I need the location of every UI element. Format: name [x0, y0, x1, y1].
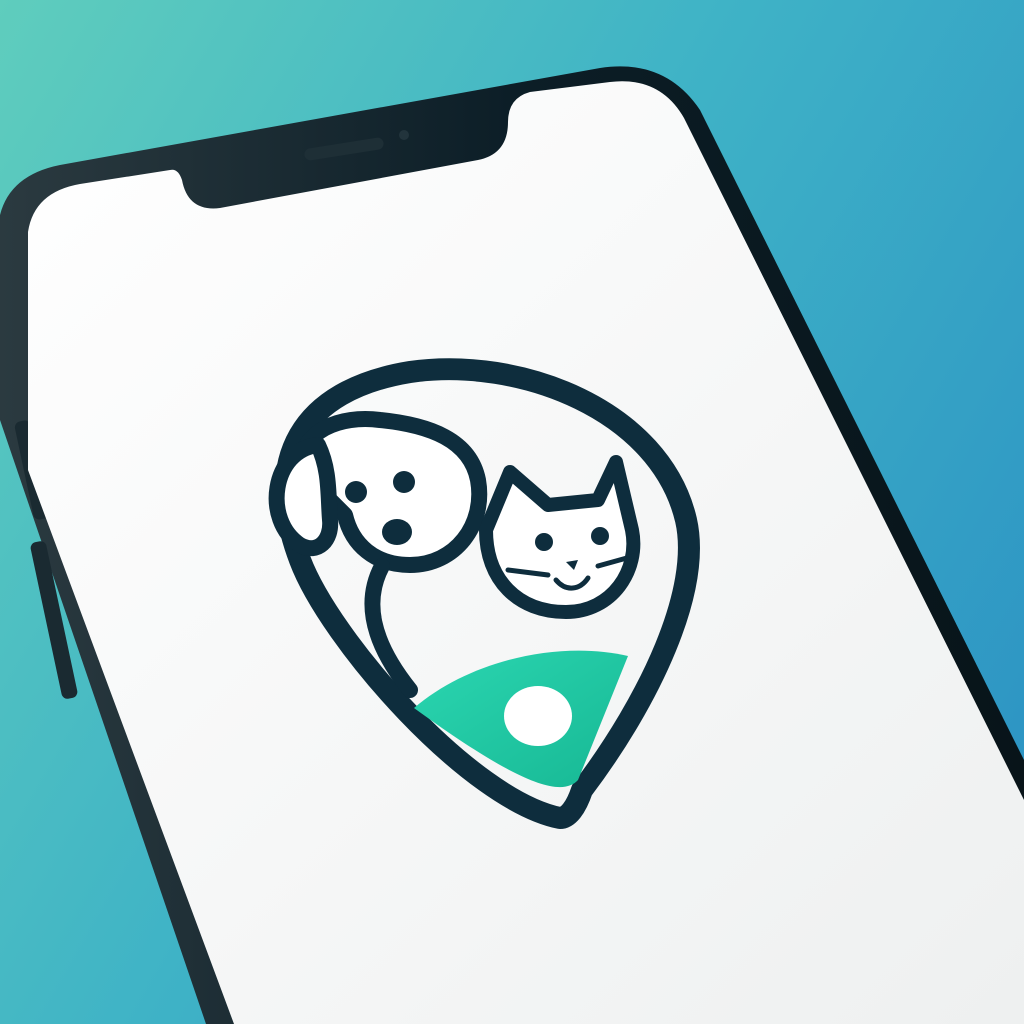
scene-background	[0, 0, 1024, 1024]
front-camera	[399, 130, 409, 140]
pin-hole	[504, 686, 572, 746]
phone-illustration	[0, 66, 1024, 1024]
